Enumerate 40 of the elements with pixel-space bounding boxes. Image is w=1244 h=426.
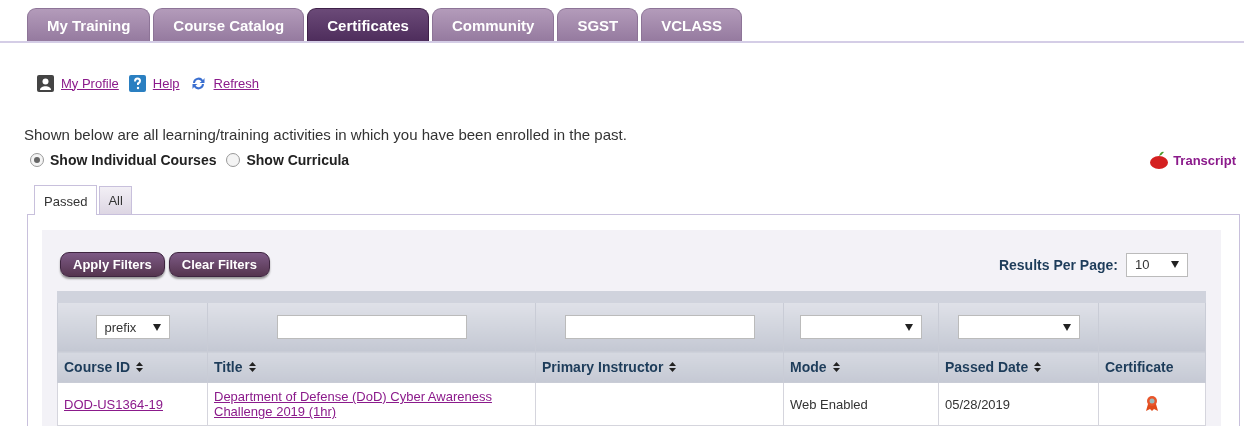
column-header[interactable]: Certificate xyxy=(1098,351,1206,383)
caret-icon xyxy=(1171,261,1179,268)
sort-icon[interactable] xyxy=(669,362,677,372)
radio-label: Show Individual Courses xyxy=(50,152,217,168)
results-select[interactable]: 10 xyxy=(1126,252,1188,277)
mode-cell: Web Enabled xyxy=(783,382,939,426)
apple-icon xyxy=(1149,151,1170,169)
sort-icon[interactable] xyxy=(248,362,256,372)
sub-tab[interactable]: Passed xyxy=(34,185,98,215)
filter-button[interactable]: Apply Filters xyxy=(60,252,165,277)
link[interactable]: Help xyxy=(152,75,180,91)
transcript-link[interactable]: Transcript xyxy=(1173,152,1236,168)
sort-icon[interactable] xyxy=(136,362,144,372)
sort-icon[interactable] xyxy=(832,362,840,372)
nav-tab[interactable]: Certificates xyxy=(307,8,429,41)
filter-select[interactable]: prefix xyxy=(95,315,170,339)
radio-label: Show Curricula xyxy=(246,152,350,168)
filter-button[interactable]: Clear Filters xyxy=(168,252,270,277)
filter-field[interactable] xyxy=(564,315,755,339)
caret-icon xyxy=(1062,323,1071,331)
column-header[interactable]: Mode xyxy=(783,351,939,383)
user-icon xyxy=(37,74,54,92)
sub-tab[interactable]: All xyxy=(99,186,132,214)
sort-icon[interactable] xyxy=(1034,362,1042,372)
caret-icon xyxy=(905,323,913,331)
column-header[interactable]: Title xyxy=(207,351,536,383)
date-cell: 05/28/2019 xyxy=(938,382,1099,426)
radio-button[interactable] xyxy=(226,153,241,167)
caret-icon xyxy=(152,323,161,331)
filter-field[interactable] xyxy=(276,315,467,339)
column-header[interactable]: Passed Date xyxy=(938,351,1099,383)
radio-button[interactable] xyxy=(30,153,44,167)
link[interactable]: My Profile xyxy=(61,75,119,91)
link[interactable]: Refresh xyxy=(213,75,260,91)
column-header[interactable]: Primary Instructor xyxy=(535,351,784,383)
results-label: Results Per Page: xyxy=(998,256,1118,273)
help-icon xyxy=(128,74,146,92)
column-header[interactable]: Course ID xyxy=(57,351,208,383)
intro-text: Shown below are all learning/training activities in which you have been enrolled in the past. xyxy=(24,126,628,143)
award-icon[interactable] xyxy=(1145,394,1159,411)
